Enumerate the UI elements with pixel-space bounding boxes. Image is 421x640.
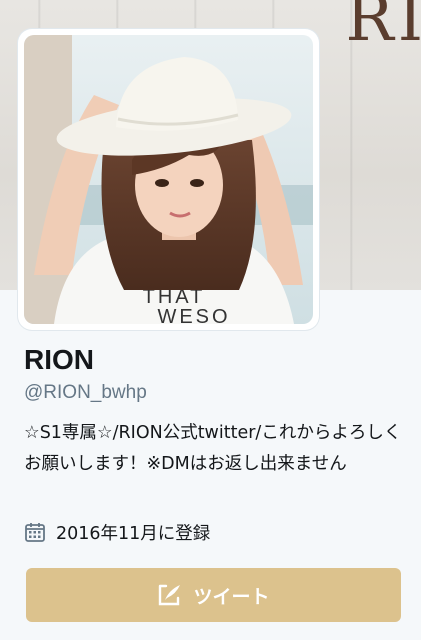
joined-date-row: 2016年11月に登録 bbox=[24, 517, 210, 547]
profile-name[interactable]: RION bbox=[24, 344, 94, 376]
profile-avatar[interactable]: THAT WESO bbox=[24, 35, 313, 324]
avatar-image: THAT WESO bbox=[24, 35, 313, 324]
profile-bio: ☆S1専属☆/RION公式twitter/これからよろしくお願いします！※DMは… bbox=[24, 423, 402, 474]
quill-icon bbox=[157, 582, 183, 608]
shirt-text-2: WESO bbox=[157, 306, 230, 324]
calendar-icon bbox=[24, 521, 46, 543]
profile-avatar-frame[interactable]: THAT WESO bbox=[18, 29, 319, 330]
profile-handle[interactable]: @RION_bwhp bbox=[24, 382, 147, 404]
tweet-button[interactable]: ツイート bbox=[26, 568, 401, 622]
banner-lettering: RI bbox=[345, 0, 421, 56]
tweet-button-label: ツイート bbox=[193, 585, 270, 608]
joined-date-text: 2016年11月に登録 bbox=[56, 523, 211, 544]
